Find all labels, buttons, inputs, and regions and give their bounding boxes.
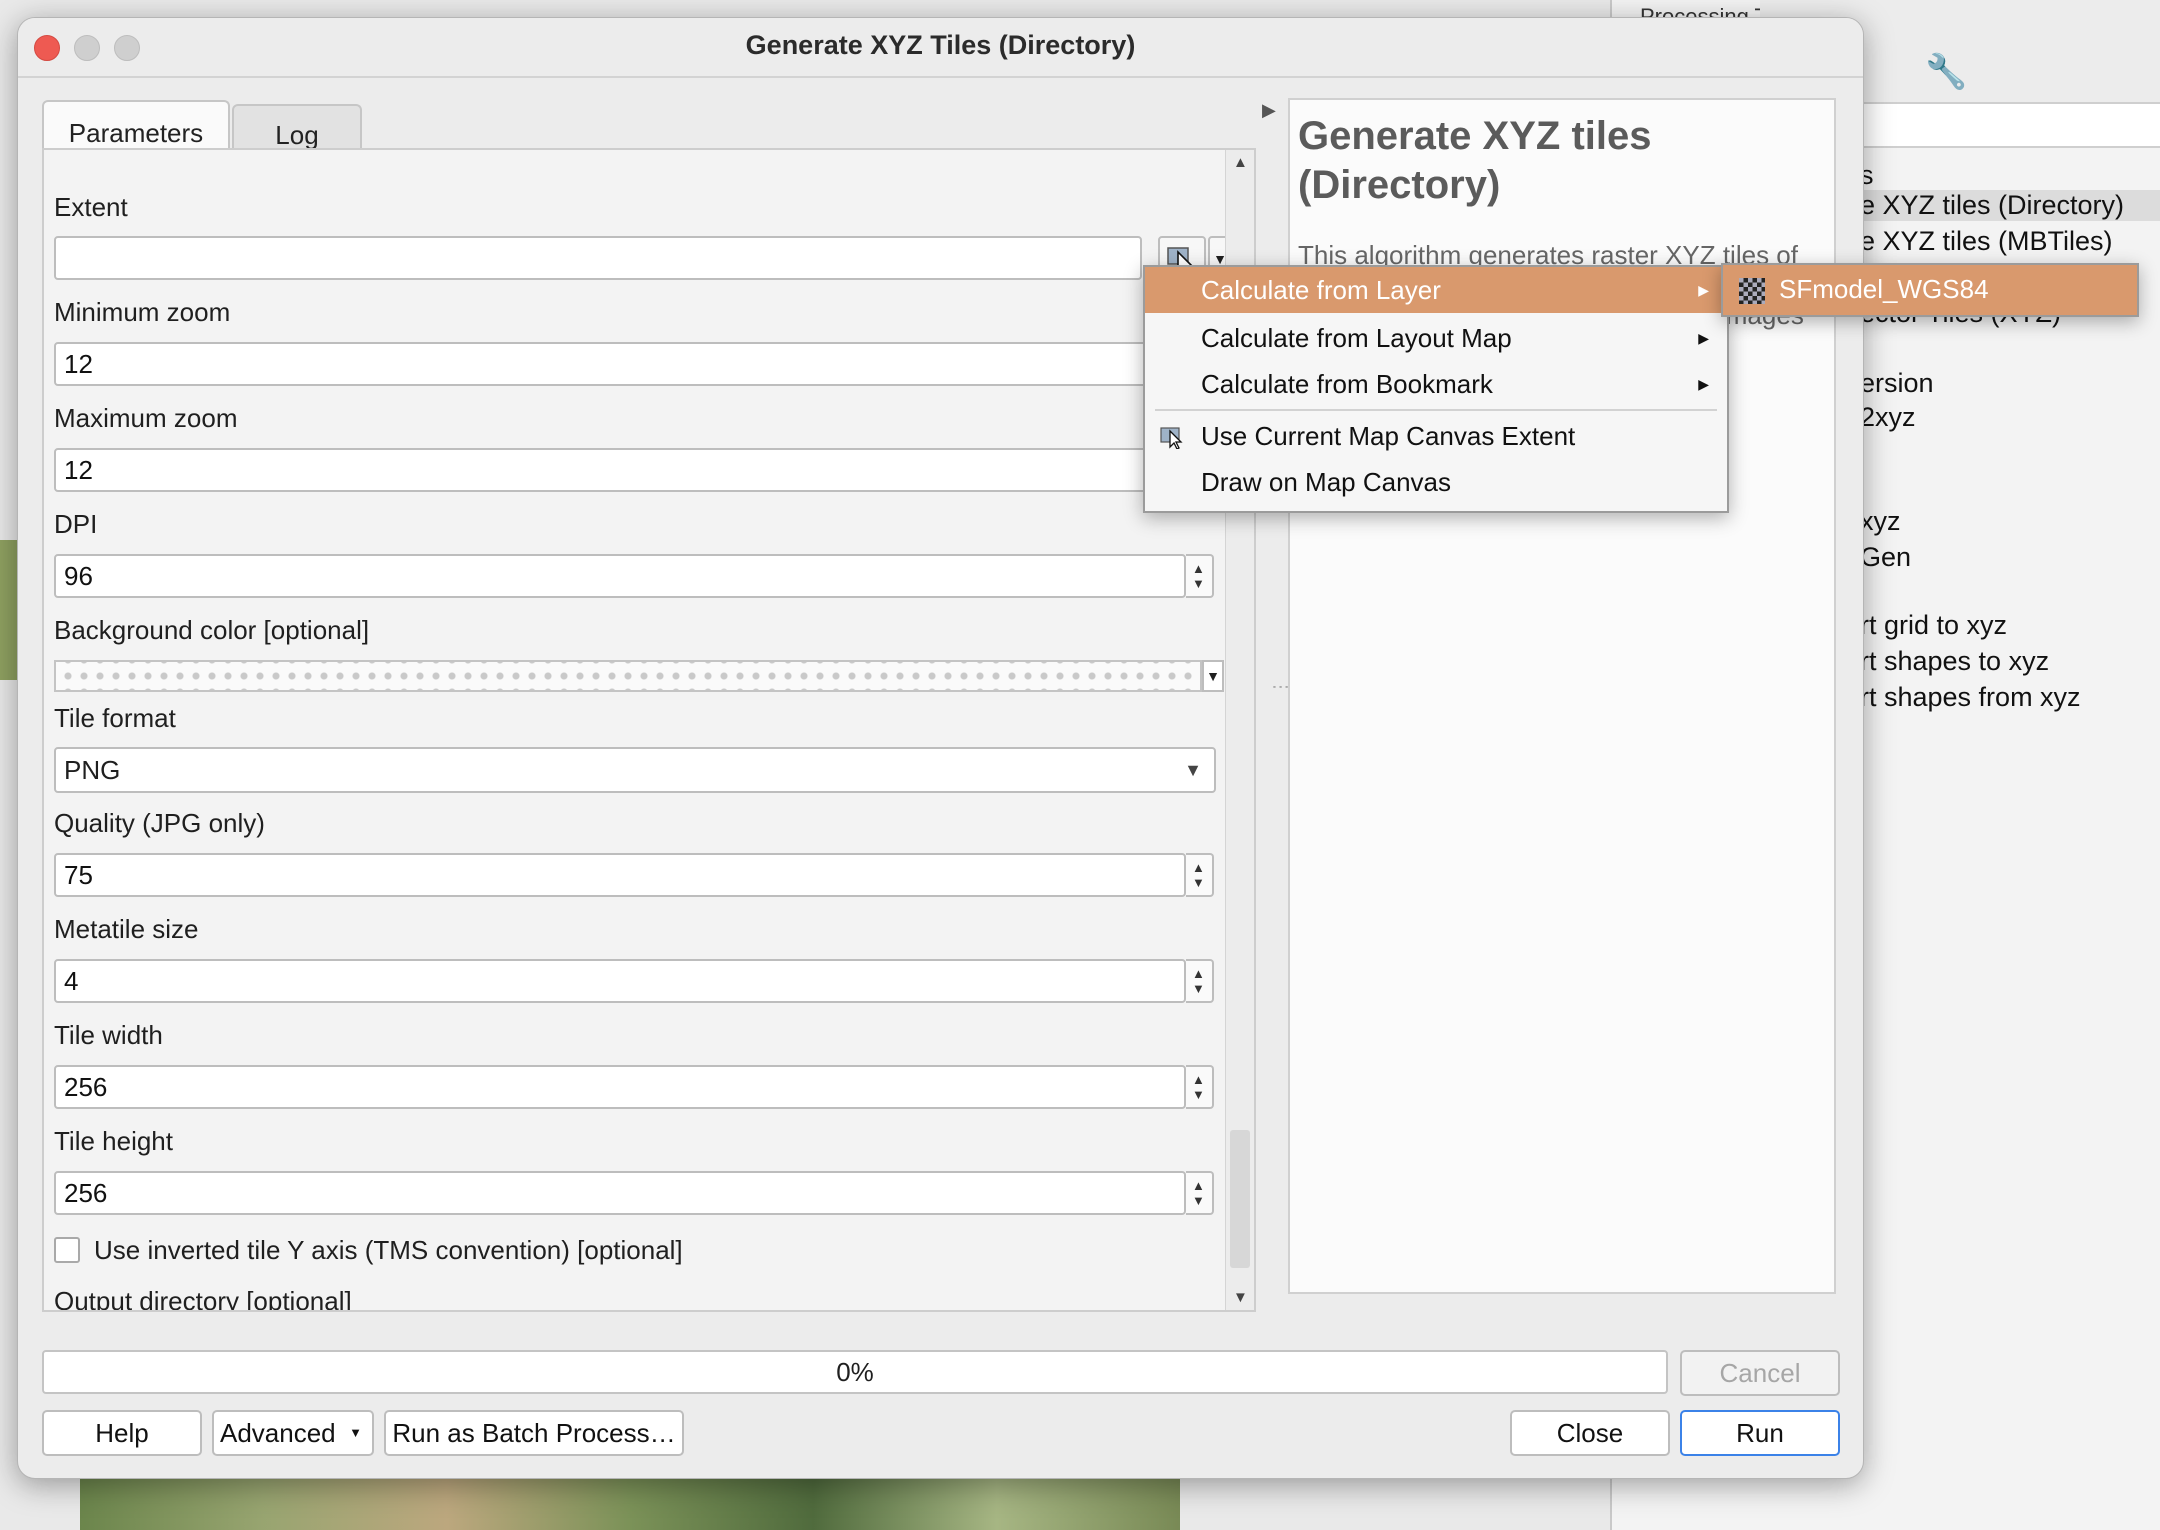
tile-width-spinner[interactable]: ▲ ▼ xyxy=(1186,1065,1214,1109)
tree-item[interactable]: rt shapes to xyz xyxy=(1860,646,2049,677)
inverted-y-label: Use inverted tile Y axis (TMS convention… xyxy=(94,1235,683,1265)
menu-item-label: Calculate from Bookmark xyxy=(1201,369,1493,399)
help-title: Generate XYZ tiles (Directory) xyxy=(1298,114,1652,207)
layer-submenu: SFmodel_WGS84 xyxy=(1721,263,2139,317)
window-title: Generate XYZ Tiles (Directory) xyxy=(745,30,1136,60)
menu-item-calculate-from-bookmark[interactable]: Calculate from Bookmark ▶ xyxy=(1145,361,1723,407)
tile-height-spinner[interactable]: ▲ ▼ xyxy=(1186,1171,1214,1215)
submenu-item-sfmodel-wgs84[interactable]: SFmodel_WGS84 xyxy=(1779,265,1989,313)
raster-layer-icon xyxy=(1739,278,1765,304)
quality-spinner[interactable]: ▲ ▼ xyxy=(1186,853,1214,897)
dpi-input[interactable]: 96 xyxy=(54,554,1186,598)
toolbox-tree: s e XYZ tiles (Directory) e XYZ tiles (M… xyxy=(1860,160,2160,1460)
progress-bar: 0% xyxy=(42,1350,1668,1394)
tile-format-value: PNG xyxy=(64,755,121,785)
output-directory-label: Output directory [optional] xyxy=(54,1286,352,1312)
submenu-arrow-icon: ▶ xyxy=(1698,282,1709,298)
chevron-down-icon: ▼ xyxy=(1184,760,1202,780)
quality-label: Quality (JPG only) xyxy=(54,808,265,838)
submenu-arrow-icon: ▶ xyxy=(1698,376,1709,392)
wrench-icon[interactable]: 🔧 xyxy=(1925,52,1967,92)
metatile-input[interactable]: 4 xyxy=(54,959,1186,1003)
tile-width-input[interactable]: 256 xyxy=(54,1065,1186,1109)
menu-separator xyxy=(1155,409,1717,411)
extent-menu: Calculate from Layer ▶ Calculate from La… xyxy=(1143,265,1729,513)
chevron-down-icon: ▼ xyxy=(349,1425,362,1440)
progress-text: 0% xyxy=(836,1357,874,1387)
tree-item[interactable]: ersion xyxy=(1860,368,1934,399)
close-button[interactable]: Close xyxy=(1510,1410,1670,1456)
background-color-dropdown-arrow[interactable]: ▼ xyxy=(1202,660,1224,692)
map-canvas-extent-icon xyxy=(1160,427,1183,449)
scrollbar-thumb[interactable] xyxy=(1230,1130,1250,1268)
tree-item[interactable]: 2xyz xyxy=(1860,402,1916,433)
tree-item[interactable]: e XYZ tiles (MBTiles) xyxy=(1860,226,2113,257)
min-zoom-input[interactable]: 12 xyxy=(54,342,1194,386)
inverted-y-checkbox[interactable] xyxy=(54,1237,80,1263)
menu-item-calculate-from-layer[interactable]: Calculate from Layer ▶ xyxy=(1145,267,1723,313)
collapse-help-icon[interactable]: ▶ xyxy=(1262,100,1276,121)
tree-item-selected[interactable]: e XYZ tiles (Directory) xyxy=(1860,190,2160,221)
min-zoom-label: Minimum zoom xyxy=(54,297,231,327)
scroll-down-icon[interactable]: ▼ xyxy=(1233,1289,1248,1306)
dialog-window: Generate XYZ Tiles (Directory) Parameter… xyxy=(17,17,1864,1479)
tile-width-label: Tile width xyxy=(54,1020,163,1050)
background-color-label: Background color [optional] xyxy=(54,615,370,645)
menu-item-calculate-from-layout-map[interactable]: Calculate from Layout Map ▶ xyxy=(1145,315,1723,361)
dpi-spinner[interactable]: ▲ ▼ xyxy=(1186,554,1214,598)
menu-item-label: Calculate from Layer xyxy=(1201,275,1441,305)
max-zoom-input[interactable]: 12 xyxy=(54,448,1194,492)
tile-height-input[interactable]: 256 xyxy=(54,1171,1186,1215)
metatile-spinner[interactable]: ▲ ▼ xyxy=(1186,959,1214,1003)
run-button[interactable]: Run xyxy=(1680,1410,1840,1456)
quality-input[interactable]: 75 xyxy=(54,853,1186,897)
submenu-arrow-icon: ▶ xyxy=(1698,330,1709,346)
advanced-label: Advanced xyxy=(220,1418,336,1448)
scroll-up-icon[interactable]: ▲ xyxy=(1233,154,1248,171)
tree-item[interactable]: xyz xyxy=(1860,506,1901,537)
menu-item-label: Calculate from Layout Map xyxy=(1201,323,1512,353)
tree-item[interactable]: rt shapes from xyz xyxy=(1860,682,2081,713)
tree-item[interactable]: Gen xyxy=(1860,542,1911,573)
menu-item-draw-on-map-canvas[interactable]: Draw on Map Canvas xyxy=(1145,459,1723,505)
cancel-button[interactable]: Cancel xyxy=(1680,1350,1840,1396)
run-batch-button[interactable]: Run as Batch Process… xyxy=(384,1410,684,1456)
toolbox-search-input[interactable] xyxy=(1860,102,2160,148)
tile-format-label: Tile format xyxy=(54,703,176,733)
background-color-button[interactable] xyxy=(54,660,1202,692)
menu-item-label: Use Current Map Canvas Extent xyxy=(1201,421,1576,451)
menu-item-use-current-map-canvas-extent[interactable]: Use Current Map Canvas Extent xyxy=(1145,413,1723,459)
advanced-button[interactable]: Advanced ▼ xyxy=(212,1410,374,1456)
parameters-panel: Extent ▼ Minimum zoom 12 Maximum zoom 12… xyxy=(42,148,1256,1312)
tile-format-select[interactable]: PNG ▼ xyxy=(54,747,1216,793)
extent-label: Extent xyxy=(54,192,128,222)
title-bar[interactable]: Generate XYZ Tiles (Directory) xyxy=(18,18,1863,78)
extent-input[interactable] xyxy=(54,236,1142,280)
max-zoom-label: Maximum zoom xyxy=(54,403,238,433)
menu-item-label: Draw on Map Canvas xyxy=(1201,467,1451,497)
tile-height-label: Tile height xyxy=(54,1126,173,1156)
help-button[interactable]: Help xyxy=(42,1410,202,1456)
metatile-label: Metatile size xyxy=(54,914,199,944)
tree-item[interactable]: rt grid to xyz xyxy=(1860,610,2007,641)
dpi-label: DPI xyxy=(54,509,98,539)
